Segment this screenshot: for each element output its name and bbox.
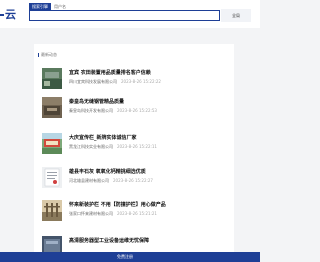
item-company: 秦皇岛科技开发有限公司: [69, 108, 113, 113]
item-meta: 四川宜宾科技发展有限公司 2023-8-26 15:22:22: [69, 79, 161, 84]
item-title[interactable]: 大庆宣传栏_新牌实体诚信厂家: [69, 135, 137, 141]
item-meta: 黑龙江科技实业有限公司 2023-8-26 15:22:11: [69, 144, 157, 149]
item-date: 2023-8-26 15:22:22: [121, 79, 161, 84]
item-date: 2023-8-26 15:22:11: [117, 144, 157, 149]
item-date: 2023-8-26 15:22:27: [113, 178, 153, 183]
item-company: 河北雄县建材有限公司: [69, 178, 109, 183]
item-title[interactable]: 雄县丰石灰 氧氧化钙精挑细选优质: [69, 169, 146, 175]
section-title: 最新动态: [38, 52, 57, 58]
search-button[interactable]: 全局: [221, 9, 251, 22]
register-button[interactable]: 免费注册: [117, 254, 133, 259]
thumbnail-image[interactable]: [42, 200, 62, 221]
item-title[interactable]: 宜宾 农田装置用品质量排名客户信赖: [69, 70, 151, 76]
list-item[interactable]: 怀来新装护栏 不用【防撞护栏】用心做产品 张家口怀来建材有限公司 2023-8-2…: [42, 200, 230, 226]
thumbnail-image[interactable]: [42, 133, 62, 154]
item-company: 四川宜宾科技发展有限公司: [69, 79, 117, 84]
thumbnail-image[interactable]: [42, 167, 62, 188]
item-meta: 河北雄县建材有限公司 2023-8-26 15:22:27: [69, 178, 153, 183]
search-tab-user[interactable]: 用户名: [51, 3, 69, 10]
news-section: 最新动态 宜宾 农田装置用品质量排名客户信赖 四川宜宾科技发展有限公司 2023-…: [34, 44, 234, 262]
item-title[interactable]: 怀来新装护栏 不用【防撞护栏】用心做产品: [69, 202, 166, 208]
logo[interactable]: 云: [0, 6, 16, 22]
thumbnail-image[interactable]: [42, 68, 62, 89]
item-title[interactable]: 高清服务器型工业设备运维无忧保障: [69, 238, 149, 244]
list-item[interactable]: 宜宾 农田装置用品质量排名客户信赖 四川宜宾科技发展有限公司 2023-8-26 …: [42, 68, 230, 94]
thumbnail-image[interactable]: [42, 97, 62, 118]
list-item[interactable]: 雄县丰石灰 氧氧化钙精挑细选优质 河北雄县建材有限公司 2023-8-26 15:…: [42, 167, 230, 193]
item-company: 黑龙江科技实业有限公司: [69, 144, 113, 149]
item-date: 2023-8-26 15:21:21: [117, 211, 157, 216]
search-tabs: 搜索引擎 用户名: [29, 3, 69, 10]
list-item[interactable]: 大庆宣传栏_新牌实体诚信厂家 黑龙江科技实业有限公司 2023-8-26 15:2…: [42, 133, 230, 159]
search-input[interactable]: [29, 10, 220, 21]
item-meta: 张家口怀来建材有限公司 2023-8-26 15:21:21: [69, 211, 157, 216]
header: 云 搜索引擎 用户名 全局: [0, 0, 260, 28]
search-tab-engine[interactable]: 搜索引擎: [29, 3, 51, 10]
item-title[interactable]: 秦皇岛无缝钢管精品质量: [69, 99, 124, 105]
list-item[interactable]: 秦皇岛无缝钢管精品质量 秦皇岛科技开发有限公司 2023-8-26 15:22:5…: [42, 97, 230, 123]
item-meta: 秦皇岛科技开发有限公司 2023-8-26 15:22:53: [69, 108, 157, 113]
item-company: 张家口怀来建材有限公司: [69, 211, 113, 216]
item-date: 2023-8-26 15:22:53: [117, 108, 157, 113]
